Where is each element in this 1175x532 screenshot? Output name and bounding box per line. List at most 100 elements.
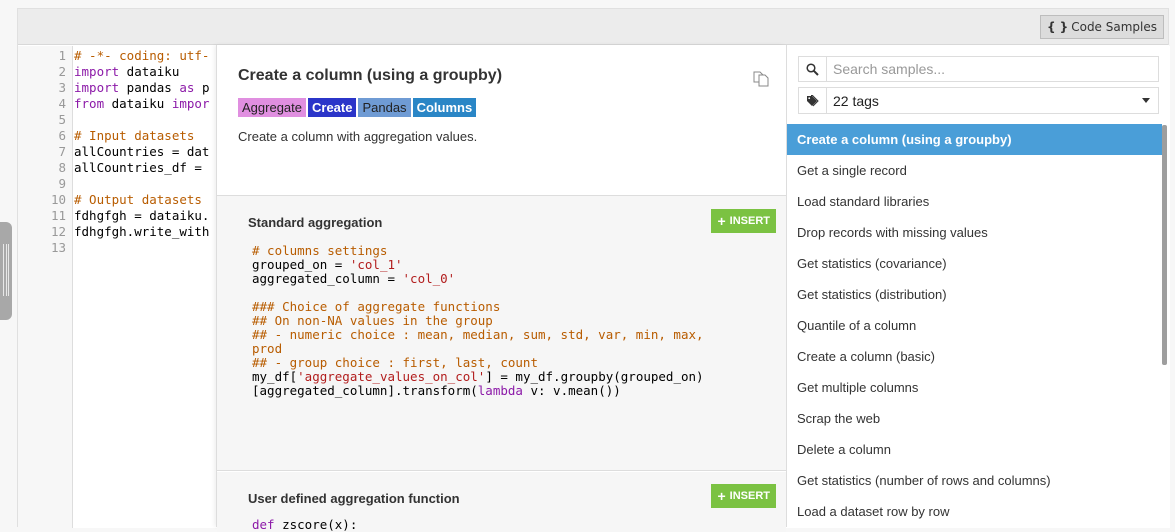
sample-detail-panel: Create a column (using a groupby) Aggreg…: [216, 45, 786, 532]
line-content: # -*- coding: utf-: [70, 48, 209, 64]
code-line[interactable]: 10 # Output datasets: [18, 192, 210, 208]
line-number: 7: [58, 144, 66, 159]
code-token: pandas: [119, 80, 180, 95]
sample-list-item[interactable]: Get statistics (number of rows and colum…: [787, 465, 1162, 496]
sample-list-item[interactable]: Load standard libraries: [787, 186, 1162, 217]
sample-list-item[interactable]: Get statistics (covariance): [787, 248, 1162, 279]
code-token: allCountries_df =: [74, 160, 210, 175]
code-token: ## - numeric choice : mean, median, sum,…: [252, 327, 704, 342]
tag-badge[interactable]: Create: [308, 98, 357, 117]
snippet-code: def zscore(x):: [252, 518, 357, 532]
code-line[interactable]: 12 fdhgfgh.write_with: [18, 224, 210, 240]
sample-list-item[interactable]: Create a column (basic): [787, 341, 1162, 372]
tag-badge[interactable]: Columns: [412, 98, 477, 117]
code-token: # -*- coding: utf-: [74, 48, 210, 63]
line-content: from dataiku impor: [70, 96, 209, 112]
sample-list-item[interactable]: Delete a column: [787, 434, 1162, 465]
code-token: fdhgfgh = dataiku.: [74, 208, 210, 223]
sample-title: Create a column (using a groupby): [238, 67, 503, 84]
snippet-line: ## - numeric choice : mean, median, sum,…: [252, 328, 704, 342]
snippet-line: grouped_on = 'col_1': [252, 258, 704, 272]
line-number: 8: [58, 160, 66, 175]
line-number: 1: [58, 48, 66, 63]
code-line[interactable]: 3 import pandas as p: [18, 80, 209, 96]
insert-button[interactable]: + INSERT: [711, 209, 776, 233]
sample-list-item[interactable]: Load a dataset row by row: [787, 496, 1162, 527]
line-content: [70, 176, 74, 192]
code-samples-label: Code Samples: [1071, 20, 1157, 34]
code-token: ] = my_df.groupby(grouped_on): [485, 369, 704, 384]
line-content: import dataiku: [70, 64, 179, 80]
search-input[interactable]: [827, 57, 1158, 81]
snippet-section-user-defined: User defined aggregation function + INSE…: [217, 472, 786, 532]
code-line[interactable]: 13: [18, 240, 210, 256]
code-line[interactable]: 9: [18, 176, 210, 192]
code-line[interactable]: 6 # Input datasets: [18, 128, 210, 144]
snippet-line: ## On non-NA values in the group: [252, 314, 704, 328]
code-token: ## - group choice : first, last, count: [252, 355, 538, 370]
sample-list-item[interactable]: Create a column (using a groupby): [787, 124, 1162, 155]
plus-icon: +: [717, 488, 726, 504]
sample-tags: Aggregate Create Pandas Columns: [238, 98, 477, 117]
snippet-line: aggregated_column = 'col_0': [252, 272, 704, 286]
line-content: allCountries = dat: [70, 144, 209, 160]
line-number: 9: [58, 176, 66, 191]
code-token: v: v.mean()): [522, 383, 621, 398]
code-line[interactable]: 1 # -*- coding: utf-: [18, 48, 210, 64]
line-content: allCountries_df =: [70, 160, 209, 176]
code-line[interactable]: 11 fdhgfgh = dataiku.: [18, 208, 210, 224]
line-number: 3: [58, 80, 66, 95]
sample-list-item[interactable]: Quantile of a column: [787, 310, 1162, 341]
code-token: # columns settings: [252, 243, 388, 258]
code-line[interactable]: 2 import dataiku: [18, 64, 210, 80]
code-token: prod: [252, 341, 283, 356]
list-scrollbar[interactable]: [1162, 125, 1167, 365]
snippet-line: # columns settings: [252, 244, 704, 258]
line-content: fdhgfgh = dataiku.: [70, 208, 209, 224]
code-token: 'col_0': [402, 271, 456, 286]
line-number: 12: [50, 224, 66, 239]
caret-down-icon: [1142, 98, 1150, 103]
tags-select[interactable]: 22 tags: [827, 88, 1158, 113]
line-content: [70, 240, 74, 256]
copy-icon[interactable]: [752, 69, 770, 87]
code-line[interactable]: 5: [18, 112, 210, 128]
code-token: import: [74, 80, 120, 95]
tags-select-value: 22 tags: [833, 92, 879, 109]
code-token: grouped_on =: [252, 257, 350, 272]
code-token: ## On non-NA values in the group: [252, 313, 493, 328]
line-content: [70, 112, 74, 128]
snippet-section-standard-aggregation: Standard aggregation + INSERT # columns …: [217, 196, 786, 471]
code-line[interactable]: 4 from dataiku impor: [18, 96, 210, 112]
samples-list: Create a column (using a groupby) Get a s…: [787, 124, 1162, 527]
code-samples-button[interactable]: { } Code Samples: [1039, 15, 1164, 39]
tag-badge[interactable]: Pandas: [358, 98, 411, 117]
tags-filter[interactable]: 22 tags: [798, 87, 1159, 114]
panel-resize-handle[interactable]: [0, 222, 12, 320]
code-line[interactable]: 8 allCountries_df =: [18, 160, 210, 176]
line-content: # Input datasets: [70, 128, 194, 144]
snippet-line: ## - group choice : first, last, count: [252, 356, 704, 370]
line-number: 4: [58, 96, 66, 111]
code-line[interactable]: 7 allCountries = dat: [18, 144, 210, 160]
samples-sidebar: 22 tags Create a column (using a groupby…: [786, 45, 1169, 527]
code-token: # Output datasets: [74, 192, 202, 207]
sample-list-item[interactable]: Drop records with missing values: [787, 217, 1162, 248]
line-number: 6: [58, 128, 66, 143]
line-number: 10: [50, 192, 66, 207]
sample-list-item[interactable]: Get multiple columns: [787, 372, 1162, 403]
braces-icon: { }: [1046, 20, 1069, 34]
sample-list-item[interactable]: Get statistics (distribution): [787, 279, 1162, 310]
code-lines[interactable]: 1 # -*- coding: utf- 2 import dataiku 3 impor…: [18, 48, 210, 256]
code-token: dataiku: [104, 96, 172, 111]
line-content: fdhgfgh.write_with: [70, 224, 209, 240]
sample-list-item[interactable]: Scrap the web: [787, 403, 1162, 434]
search-box: [798, 56, 1159, 82]
line-number: 13: [50, 240, 66, 255]
code-token: from: [74, 96, 105, 111]
sample-list-item[interactable]: Get a single record: [787, 155, 1162, 186]
snippet-line: def zscore(x):: [252, 518, 357, 532]
tag-badge[interactable]: Aggregate: [238, 98, 306, 117]
code-token: lambda: [477, 383, 523, 398]
insert-button[interactable]: + INSERT: [711, 484, 776, 508]
